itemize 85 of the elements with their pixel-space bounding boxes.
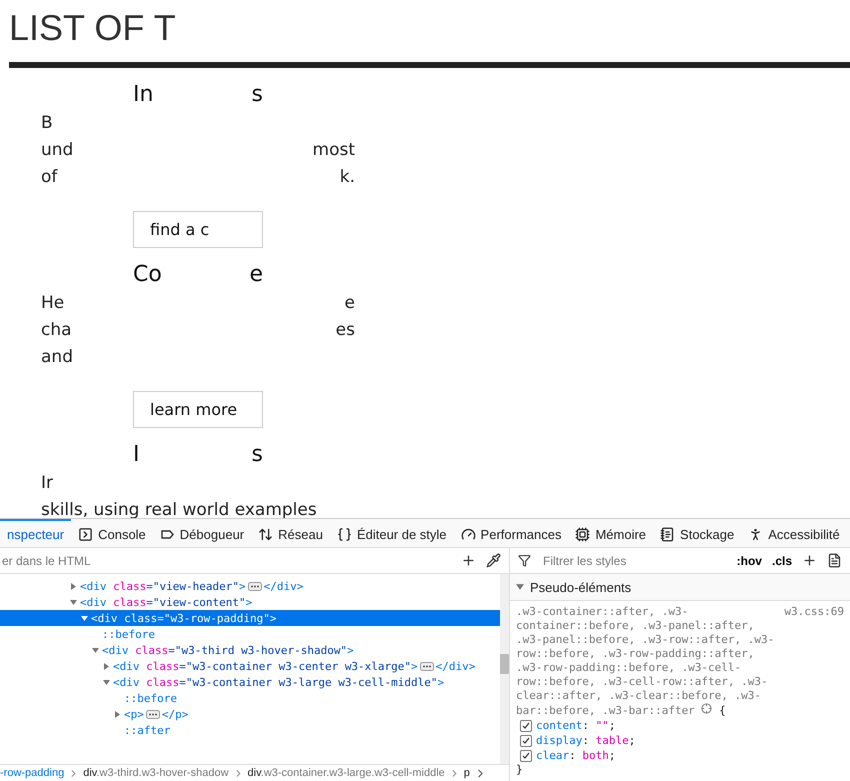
add-icon[interactable] (461, 553, 476, 568)
card-text: of (41, 166, 58, 189)
twisty-icon[interactable] (103, 678, 110, 686)
checkbox[interactable] (520, 734, 532, 746)
rule-close: } (516, 763, 524, 777)
devtools-tab[interactable]: Réseau (251, 519, 330, 547)
eyedropper-icon[interactable] (486, 553, 501, 568)
card-heading: I (133, 442, 140, 468)
twisty-icon[interactable] (70, 582, 77, 590)
checkbox[interactable] (520, 750, 532, 762)
checkbox[interactable] (520, 720, 532, 732)
devtools-tab[interactable]: Stockage (653, 519, 742, 547)
pseudo-element[interactable]: ::before (124, 692, 177, 704)
card-heading: Co (133, 262, 162, 288)
crosshair-icon (701, 703, 712, 714)
selected-node-row[interactable]: <div class="w3-row-padding"> (0, 610, 500, 626)
ellipsis-icon[interactable] (146, 710, 160, 718)
toggle-button[interactable]: .cls (772, 554, 792, 568)
pseudo-element[interactable]: ::before (102, 628, 155, 640)
scrollbar[interactable] (500, 574, 509, 764)
closing-tag: </div> (436, 660, 476, 672)
html-tag[interactable]: <div class="view-header"> (80, 580, 246, 592)
html-tag[interactable]: <div class="w3-container w3-large w3-cell-middle"> (113, 676, 444, 688)
html-tag[interactable]: <div class="w3-third w3-hover-shadow"> (102, 644, 354, 656)
chip-icon (575, 526, 590, 542)
breadcrumb[interactable]: p (464, 767, 470, 779)
card-text: and (41, 346, 73, 369)
closing-tag: </div> (264, 580, 304, 592)
styles-filter-field[interactable]: Filtrer les styles (541, 552, 727, 568)
twisty-icon[interactable] (92, 646, 99, 654)
twisty-icon[interactable] (70, 598, 77, 606)
html-tag[interactable]: <div class="w3-container w3-center w3-xlarge"> (113, 660, 418, 672)
card-button[interactable]: find a c (133, 211, 263, 248)
storage-icon (660, 526, 676, 542)
html-tag[interactable]: <div class="w3-row-padding"> (91, 612, 276, 624)
breadcrumb[interactable]: -row-padding (0, 767, 64, 779)
page-title: LIST OF T (9, 6, 177, 48)
html-search-field[interactable]: er dans le HTML (0, 552, 451, 568)
card-text: He (41, 292, 64, 315)
source-link[interactable]: w3.css:69 (784, 605, 844, 718)
toggle-button[interactable]: :hov (736, 554, 762, 568)
twisty-icon[interactable] (81, 614, 88, 622)
card-text: es (336, 319, 355, 342)
closing-tag: </p> (162, 708, 188, 720)
ellipsis-icon[interactable] (420, 662, 434, 670)
devtools-tab[interactable]: nspecteur (0, 519, 72, 547)
card-heading: s (252, 82, 263, 108)
filter-icon (518, 554, 531, 567)
devtools-tab[interactable]: Performances (454, 519, 568, 547)
card-heading: In (133, 82, 154, 108)
section-title: Pseudo-éléments (530, 580, 632, 594)
html-tag[interactable]: <p> (124, 708, 144, 720)
card-text: e (344, 292, 355, 315)
braces-icon (336, 526, 352, 542)
card-text: Ir (41, 472, 54, 495)
gauge-icon (460, 526, 476, 542)
add-icon[interactable] (802, 553, 817, 568)
breadcrumb[interactable]: div.w3-third.w3-hover-shadow (83, 767, 229, 779)
arrows-icon (258, 526, 274, 542)
twisty-icon[interactable] (103, 662, 110, 670)
rule-selector: .w3-container::after, .w3-container::before, .w3-panel::after, .w3-panel::before, .w3-row::after, .w3-row::before, .w3-row-padding::after, .w3-row-padding::before, .w3-cell-row::before, .w3-cell-row::after, .w3-clear::after, .w3-clear::before, .w3-bar::before, .w3-bar::after { (516, 605, 776, 718)
console-icon (78, 526, 94, 542)
card-text: B (41, 112, 53, 135)
declaration: display: table; (536, 733, 636, 748)
ellipsis-icon[interactable] (248, 582, 262, 590)
devtools-tab[interactable]: Débogueur (152, 519, 252, 547)
twisty-icon[interactable] (114, 710, 121, 718)
card-text: cha (41, 319, 72, 342)
card-text: k. (340, 166, 355, 189)
devtools-tab[interactable]: Accessibilité (741, 519, 847, 547)
section-twisty-icon[interactable] (516, 583, 524, 591)
document-icon[interactable] (827, 553, 842, 568)
card-text: und (41, 139, 74, 162)
html-tag[interactable]: <div class="view-content"> (80, 596, 252, 608)
devtools-tab[interactable]: Éditeur de style (330, 519, 454, 547)
devtools-tab[interactable]: Console (71, 519, 153, 547)
declaration: content: ""; (536, 718, 616, 733)
card-heading: s (252, 442, 263, 468)
card-text: most (312, 139, 355, 162)
card-button[interactable]: learn more (133, 391, 263, 428)
pseudo-element[interactable]: ::after (124, 724, 170, 736)
devtools-tab[interactable]: Mémoire (568, 519, 654, 547)
breadcrumb[interactable]: div.w3-container.w3-large.w3-cell-middle (248, 767, 445, 779)
card-heading: e (249, 262, 263, 288)
declaration: clear: both; (536, 748, 616, 763)
